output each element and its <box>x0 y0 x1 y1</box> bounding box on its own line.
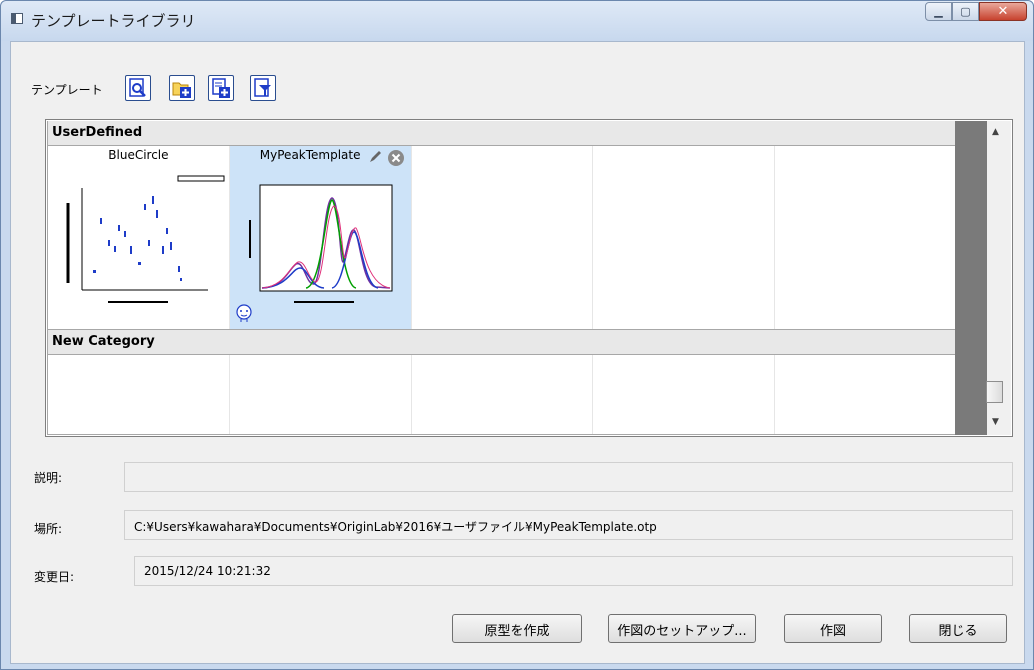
scrollbar-gutter <box>955 121 987 435</box>
description-field <box>124 462 1013 492</box>
modified-date-label: 変更日: <box>34 570 75 584</box>
empty-slot <box>775 355 957 434</box>
plot-setup-button[interactable]: 作図のセットアップ... <box>608 614 756 643</box>
add-folder-button[interactable] <box>169 75 195 101</box>
maximize-icon: ▢ <box>960 5 971 18</box>
magnifier-icon <box>129 78 146 97</box>
scroll-thumb[interactable] <box>986 381 1003 403</box>
category-header-new-category[interactable]: New Category <box>48 330 957 354</box>
maximize-button[interactable]: ▢ <box>952 2 979 21</box>
bluecircle-thumbnail <box>66 175 225 303</box>
empty-slot <box>412 355 594 434</box>
add-template-button[interactable] <box>208 75 234 101</box>
scroll-up-icon[interactable]: ▲ <box>992 127 999 137</box>
add-template-icon <box>212 78 230 98</box>
close-button[interactable]: 閉じる <box>909 614 1007 643</box>
empty-slot <box>230 355 412 434</box>
empty-slot <box>48 355 230 434</box>
preview-template-button[interactable] <box>125 75 151 101</box>
add-folder-icon <box>172 82 191 98</box>
description-label: 説明: <box>34 471 63 485</box>
close-window-button[interactable]: ✕ <box>979 2 1027 21</box>
category-row-new-category <box>48 355 957 434</box>
window-title: テンプレートライブラリ <box>31 12 196 30</box>
location-label: 場所: <box>34 522 63 536</box>
remove-template-icon[interactable] <box>387 149 405 167</box>
template-name: BlueCircle <box>108 148 169 162</box>
template-bluecircle[interactable]: BlueCircle <box>48 146 230 329</box>
app-icon <box>11 13 23 24</box>
template-toolbar-label: テンプレート <box>31 83 103 97</box>
plot-button[interactable]: 作図 <box>784 614 882 643</box>
empty-slot <box>412 146 594 329</box>
empty-slot <box>593 146 776 329</box>
gallery-scrollbar[interactable]: ▲ ▼ <box>955 121 1011 435</box>
empty-slot <box>593 355 776 434</box>
modified-date-field: 2015/12/24 10:21:32 <box>134 556 1013 586</box>
scroll-down-icon[interactable]: ▼ <box>992 417 999 427</box>
caption-buttons: ▁ ▢ ✕ <box>925 2 1027 21</box>
category-row-userdefined: BlueCircle MyPeakTemplate <box>48 146 957 329</box>
title-bar[interactable]: テンプレートライブラリ ▁ ▢ ✕ <box>1 1 1033 41</box>
edit-pencil-icon[interactable] <box>368 150 382 164</box>
create-prototype-button[interactable]: 原型を作成 <box>452 614 582 643</box>
close-icon: ✕ <box>997 4 1009 19</box>
sheep-icon <box>236 304 252 322</box>
location-field: C:¥Users¥kawahara¥Documents¥OriginLab¥20… <box>124 510 1013 540</box>
category-header-userdefined[interactable]: UserDefined <box>48 121 957 145</box>
template-gallery[interactable]: UserDefined BlueCircle MyPeakTemplate Ne… <box>45 119 1013 437</box>
filter-templates-button[interactable] <box>250 75 276 101</box>
template-library-window: テンプレートライブラリ ▁ ▢ ✕ テンプレート UserDefined Blu… <box>0 0 1034 670</box>
minimize-icon: ▁ <box>934 5 943 18</box>
empty-slot <box>775 146 957 329</box>
mypeak-thumbnail <box>248 184 393 303</box>
gallery-canvas: UserDefined BlueCircle MyPeakTemplate Ne… <box>47 121 957 435</box>
template-mypeaktemplate[interactable]: MyPeakTemplate <box>229 146 412 329</box>
filter-icon <box>254 78 271 97</box>
minimize-button[interactable]: ▁ <box>925 2 952 21</box>
